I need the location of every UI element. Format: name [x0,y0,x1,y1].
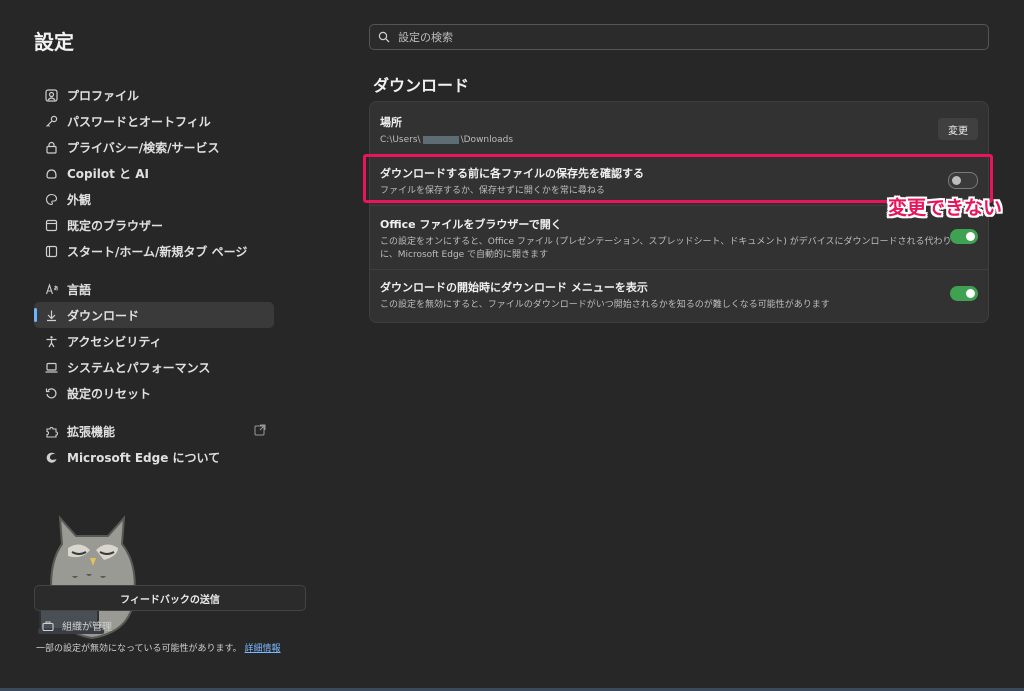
setting-row-office-in-browser: Office ファイルをブラウザーで開く この設定をオンにすると、Office … [380,216,980,262]
sidebar-item-default-browser[interactable]: 既定のブラウザー [34,212,274,238]
change-location-button[interactable]: 変更 [938,118,978,140]
search-placeholder: 設定の検索 [398,31,453,44]
setting-row-show-download-menu: ダウンロードの開始時にダウンロード メニューを表示 この設定を無効にすると、ファ… [380,279,980,312]
sidebar-item-profile[interactable]: プロファイル [34,82,274,108]
sidebar-item-extensions[interactable]: 拡張機能 [34,418,274,444]
page-title: ダウンロード [373,76,470,95]
sidebar-item-label: システムとパフォーマンス [67,360,211,375]
app-title: 設定 [34,30,74,54]
sidebar-item-passwords[interactable]: パスワードとオートフィル [34,108,274,134]
sidebar-nav: プロファイル パスワードとオートフィル プライバシー/検索/サービス Copil… [34,82,274,470]
setting-desc: この設定を無効にすると、ファイルのダウンロードがいつ開始されるかを知るのが難しく… [380,300,830,310]
lock-icon [44,140,58,154]
setting-title: ダウンロードの開始時にダウンロード メニューを表示 [380,281,648,294]
sidebar-item-label: スタート/ホーム/新規タブ ページ [67,244,248,259]
sidebar-item-downloads[interactable]: ダウンロード [34,302,274,328]
sidebar-item-language[interactable]: あ 言語 [34,276,274,302]
sidebar-item-reset[interactable]: 設定のリセット [34,380,274,406]
setting-desc: この設定をオンにすると、Office ファイル (プレゼンテーション、スプレッド… [380,237,952,260]
sidebar-item-label: パスワードとオートフィル [67,114,211,129]
sidebar-item-start-home[interactable]: スタート/ホーム/新規タブ ページ [34,238,274,264]
toggle-knob [966,289,975,298]
sidebar-item-appearance[interactable]: 外観 [34,186,274,212]
sidebar-item-label: 外観 [67,192,92,207]
sidebar-item-label: 言語 [67,282,92,297]
sidebar-item-label: プライバシー/検索/サービス [67,140,220,155]
profile-icon [44,88,58,102]
sidebar-item-label: 設定のリセット [67,386,152,401]
divider [370,269,988,270]
key-icon [44,114,58,128]
sidebar-item-label: アクセシビリティ [67,334,162,349]
browser-icon [44,218,58,232]
sidebar-item-copilot[interactable]: Copilot と AI [34,160,274,186]
sidebar-item-label: 拡張機能 [67,424,116,439]
edge-icon [44,450,58,464]
sidebar-item-system[interactable]: システムとパフォーマンス [34,354,274,380]
sidebar-item-label: ダウンロード [67,308,140,323]
laptop-icon [44,360,58,374]
sidebar-item-label: Microsoft Edge について [67,450,221,465]
sidebar-item-label: 既定のブラウザー [67,218,164,233]
svg-text:あ: あ [53,285,58,292]
toggle-knob [966,232,975,241]
sidebar-item-accessibility[interactable]: アクセシビリティ [34,328,274,354]
sidebar-item-label: プロファイル [67,88,140,103]
briefcase-icon [42,620,54,632]
managed-label: 組織が管理 [62,622,112,633]
accessibility-icon [44,334,58,348]
reset-icon [44,386,58,400]
sidebar-item-privacy[interactable]: プライバシー/検索/サービス [34,134,274,160]
location-title: 場所 [380,116,402,129]
external-link-icon[interactable] [254,424,266,439]
language-icon: あ [44,282,58,296]
palette-icon [44,192,58,206]
location-row: 場所 C:\Users\ \Downloads [380,114,980,147]
redacted-username [422,135,459,144]
managed-by-org: 組織が管理 [42,618,112,633]
annotation-callout: 変更できない [888,197,1003,219]
footer-note: 一部の設定が無効になっている可能性があります。 詳細情報 [36,641,281,654]
office-in-browser-toggle[interactable] [950,229,978,244]
location-path-prefix: C:\Users\ [380,135,421,145]
search-input[interactable]: 設定の検索 [369,24,989,50]
home-icon [44,244,58,258]
learn-more-link[interactable]: 詳細情報 [245,644,281,654]
sidebar-item-about[interactable]: Microsoft Edge について [34,444,274,470]
feedback-button[interactable]: フィードバックの送信 [34,585,306,611]
location-path-suffix: \Downloads [460,135,514,145]
download-icon [44,308,58,322]
extensions-icon [44,424,58,438]
sidebar-item-label: Copilot と AI [67,166,149,181]
show-download-menu-toggle[interactable] [950,286,978,301]
location-path: C:\Users\ \Downloads [380,134,980,147]
copilot-icon [44,166,58,180]
footer-note-text: 一部の設定が無効になっている可能性があります。 [36,644,242,654]
search-icon [378,31,390,43]
